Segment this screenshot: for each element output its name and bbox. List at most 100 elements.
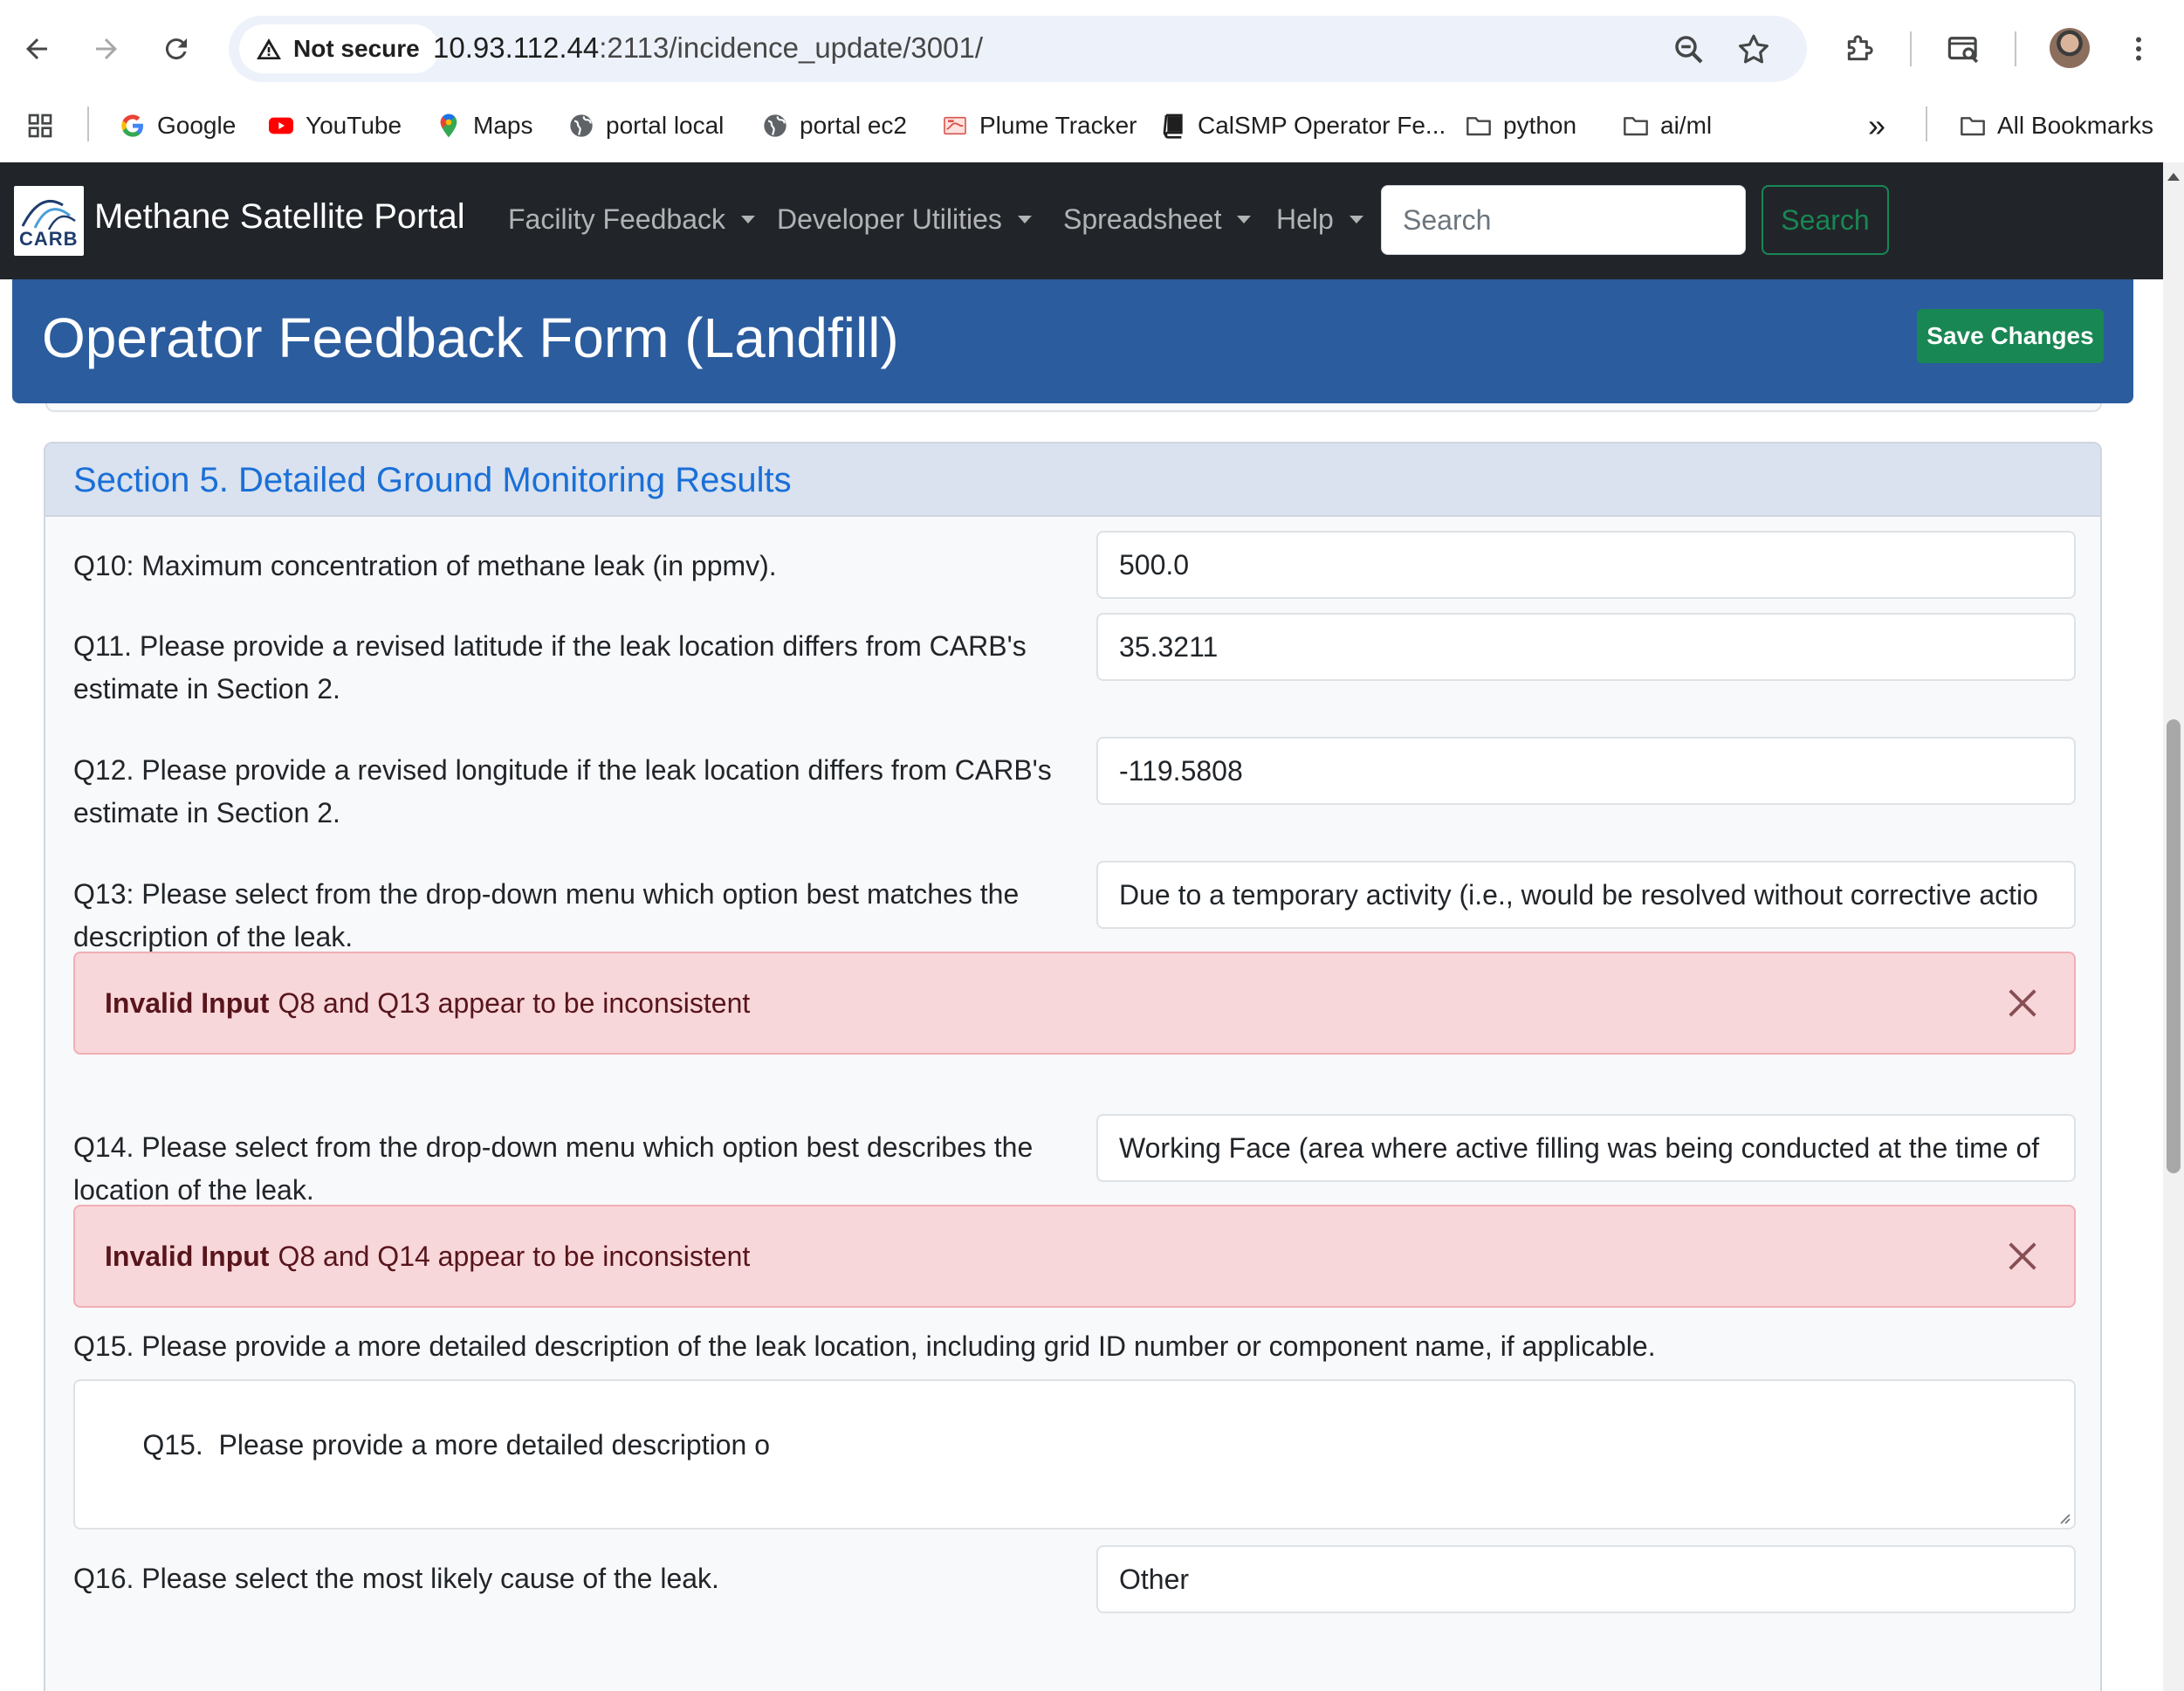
carb-logo[interactable]: CARB [14,186,84,256]
address-bar[interactable]: Not secure 10.93.112.44:2113/incidence_u… [229,16,1807,82]
reload-button[interactable] [152,24,201,73]
q14-select[interactable]: Working Face (area where active filling … [1096,1114,2076,1182]
bookmark-label: Maps [473,112,533,139]
kebab-menu-icon [2136,37,2141,61]
alert-text: Q8 and Q14 appear to be inconsistent [278,1240,751,1272]
bookmark-label: portal local [606,112,725,139]
bookmark-maps[interactable]: Maps [435,105,532,147]
extensions-button[interactable] [1837,26,1882,72]
bookmark-label: ai/ml [1660,112,1713,139]
section-5-card: Section 5. Detailed Ground Monitoring Re… [44,442,2102,1691]
bookmark-label: Google [157,112,237,139]
q13-select[interactable]: Due to a temporary activity (i.e., would… [1096,861,2076,929]
apps-grid-icon [28,113,52,138]
forward-arrow-icon [96,38,117,59]
nav-label: Facility Feedback [508,203,725,235]
bookmark-label: YouTube [306,112,402,139]
bookmark-label: Plume Tracker [979,112,1137,139]
bookmark-folder-aiml[interactable]: ai/ml [1622,105,1712,147]
close-icon[interactable] [2006,1240,2039,1273]
q10-input[interactable]: 500.0 [1096,531,2076,599]
google-icon [121,114,143,137]
book-icon [1163,113,1183,139]
plume-icon [944,116,966,135]
q15-textarea[interactable]: Q15. Please provide a more detailed desc… [73,1379,2076,1529]
back-button[interactable] [12,24,61,73]
bookmarks-separator [87,107,89,141]
toolbar-separator [1910,31,1912,66]
caret-down-icon [1349,216,1363,223]
nav-label: Spreadsheet [1063,203,1222,235]
apps-button[interactable] [26,105,54,147]
bookmark-plume-tracker[interactable]: Plume Tracker [941,105,1137,147]
bookmark-calsmp[interactable]: CalSMP Operator Fe... [1159,105,1446,147]
q15-text: Q15. Please provide a more detailed desc… [142,1429,770,1461]
forward-button[interactable] [82,24,131,73]
q10-label: Q10: Maximum concentration of methane le… [73,550,777,581]
url-text[interactable]: 10.93.112.44:2113/incidence_update/3001/ [433,31,983,65]
bookmark-label: portal ec2 [800,112,907,139]
back-arrow-icon [26,38,47,59]
all-bookmarks-label: All Bookmarks [1997,112,2153,139]
chevron-double-right-icon: » [1868,107,1886,143]
zoom-icon[interactable] [1671,31,1707,68]
nav-label: Developer Utilities [777,203,1002,235]
q13-label: Q13: Please select from the drop-down me… [73,878,1020,952]
folder-icon [1961,117,1985,136]
folder-icon [1466,117,1491,136]
scroll-up-arrow-icon[interactable] [2167,173,2180,181]
star-icon[interactable] [1735,31,1772,68]
browser-menu-button[interactable] [2116,26,2161,72]
youtube-icon [269,117,293,134]
search-input[interactable]: Search [1381,185,1746,255]
q15-label: Q15. Please provide a more detailed desc… [73,1330,1656,1362]
bookmark-label: python [1503,112,1577,139]
url-path: :2113/incidence_update/3001/ [599,31,983,64]
bookmarks-overflow-button[interactable]: » [1868,105,1885,147]
save-changes-button[interactable]: Save Changes [1917,309,2104,363]
tab-search-button[interactable] [1941,26,1987,72]
nav-developer-utilities[interactable]: Developer Utilities [777,203,1032,236]
bookmarks-separator [1926,107,1927,141]
page-title: Operator Feedback Form (Landfill) [42,306,899,369]
nav-facility-feedback[interactable]: Facility Feedback [508,203,755,236]
tab-search-icon [1947,37,1979,64]
invalid-input-alert-q14: Invalid Input Q8 and Q14 appear to be in… [73,1205,2076,1308]
q14-label: Q14. Please select from the drop-down me… [73,1131,1034,1206]
bookmark-portal-local[interactable]: portal local [567,105,724,147]
page-scrollbar[interactable] [2163,162,2184,1691]
scrollbar-thumb[interactable] [2167,719,2181,1173]
logo-text: CARB [19,228,79,250]
q16-select[interactable]: Other [1096,1545,2076,1613]
nav-help[interactable]: Help [1276,203,1363,236]
page-content: Operator Feedback Form (Landfill) Save C… [0,279,2163,1691]
security-chip[interactable]: Not secure [239,24,439,73]
bookmarks-bar: Google YouTube Maps portal local portal … [0,98,2184,154]
q16-label: Q16. Please select the most likely cause… [73,1563,719,1594]
q12-label: Q12. Please provide a revised longitude … [73,754,1052,828]
nav-spreadsheet[interactable]: Spreadsheet [1063,203,1252,236]
folder-icon [1624,117,1648,136]
bookmark-label: CalSMP Operator Fe... [1198,112,1446,139]
reload-icon [165,38,187,60]
warning-triangle-icon [257,38,281,59]
bookmark-youtube[interactable]: YouTube [267,105,402,147]
all-bookmarks-button[interactable]: All Bookmarks [1959,105,2153,147]
q11-latitude-input[interactable]: 35.3211 [1096,613,2076,681]
bookmark-google[interactable]: Google [119,105,236,147]
q12-longitude-input[interactable]: -119.5808 [1096,737,2076,805]
globe-icon [764,114,786,137]
brand-name[interactable]: Methane Satellite Portal [94,197,465,237]
close-icon[interactable] [2006,986,2039,1020]
caret-down-icon [740,216,755,223]
alert-text: Q8 and Q13 appear to be inconsistent [278,986,751,1019]
nav-label: Help [1276,203,1334,235]
bookmark-portal-ec2[interactable]: portal ec2 [761,105,907,147]
profile-avatar[interactable] [2050,28,2090,68]
bookmark-folder-python[interactable]: python [1465,105,1576,147]
toolbar-separator [2015,31,2016,66]
browser-toolbar: Not secure 10.93.112.44:2113/incidence_u… [0,0,2184,98]
alert-strong: Invalid Input [105,986,270,1019]
resize-grip-icon[interactable] [2055,1509,2071,1524]
search-button[interactable]: Search [1762,185,1889,255]
